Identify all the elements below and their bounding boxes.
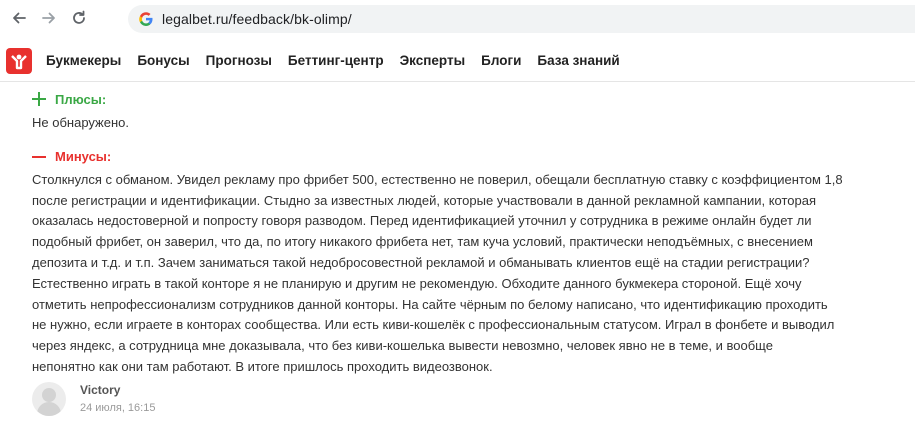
main-menu: Букмекеры Бонусы Прогнозы Беттинг-центр …: [46, 53, 636, 68]
menu-item-predictions[interactable]: Прогнозы: [206, 53, 272, 68]
menu-item-knowledge-base[interactable]: База знаний: [537, 53, 619, 68]
menu-item-blogs[interactable]: Блоги: [481, 53, 521, 68]
author-info: Victory 24 июля, 16:15: [80, 382, 155, 416]
pros-title: Плюсы:: [55, 91, 107, 107]
review-author: Victory 24 июля, 16:15: [32, 382, 155, 416]
avatar[interactable]: [32, 382, 66, 416]
site-header: Букмекеры Бонусы Прогнозы Беттинг-центр …: [0, 40, 915, 82]
pros-text: Не обнаружено.: [32, 115, 129, 130]
browser-toolbar: legalbet.ru/feedback/bk-olimp/: [0, 0, 915, 36]
back-arrow-icon[interactable]: [8, 7, 30, 29]
menu-item-bonuses[interactable]: Бонусы: [137, 53, 189, 68]
legalbet-logo[interactable]: [6, 47, 32, 74]
address-bar[interactable]: legalbet.ru/feedback/bk-olimp/: [128, 5, 915, 33]
menu-item-betting-center[interactable]: Беттинг-центр: [288, 53, 384, 68]
author-name[interactable]: Victory: [80, 383, 155, 397]
menu-item-bookmakers[interactable]: Букмекеры: [46, 53, 121, 68]
cons-text: Столкнулся с обманом. Увидел рекламу про…: [32, 170, 892, 378]
cons-line: не нужно, если играете в конторах сообще…: [32, 317, 835, 333]
cons-line: подобный фрибет, он заверил, что да, по …: [32, 234, 813, 250]
menu-item-experts[interactable]: Эксперты: [400, 53, 466, 68]
cons-line: оказалась недостоверной и попросту говор…: [32, 213, 812, 229]
minus-icon: [32, 150, 46, 164]
cons-line: Столкнулся с обманом. Увидел рекламу про…: [32, 171, 843, 187]
review-content: Плюсы: Не обнаружено. Минусы: Столкнулся…: [32, 88, 902, 378]
cons-line: непонятно как они там работают. В итоге …: [32, 358, 493, 374]
cons-line: после регистрации и идентификации. Стыдн…: [32, 192, 817, 208]
url-text[interactable]: legalbet.ru/feedback/bk-olimp/: [162, 11, 352, 27]
forward-arrow-icon[interactable]: [38, 7, 60, 29]
cons-title: Минусы:: [55, 149, 112, 165]
pros-header: Плюсы:: [32, 88, 902, 110]
google-icon: [139, 12, 153, 26]
cons-line: через яндекс, а сотрудница мне доказывал…: [32, 338, 773, 354]
review-date: 24 июля, 16:15: [80, 402, 156, 414]
plus-icon: [32, 92, 46, 106]
cons-line: отметить непрофессионализм сотрудников д…: [32, 296, 828, 312]
reload-icon[interactable]: [68, 7, 90, 29]
home-placeholder: [98, 7, 102, 29]
cons-line: Естественно играть в такой конторе я не …: [32, 275, 802, 291]
cons-header: Минусы:: [32, 146, 902, 168]
cons-line: депозита и т.д. и т.п. Зачем заниматься …: [32, 254, 810, 270]
